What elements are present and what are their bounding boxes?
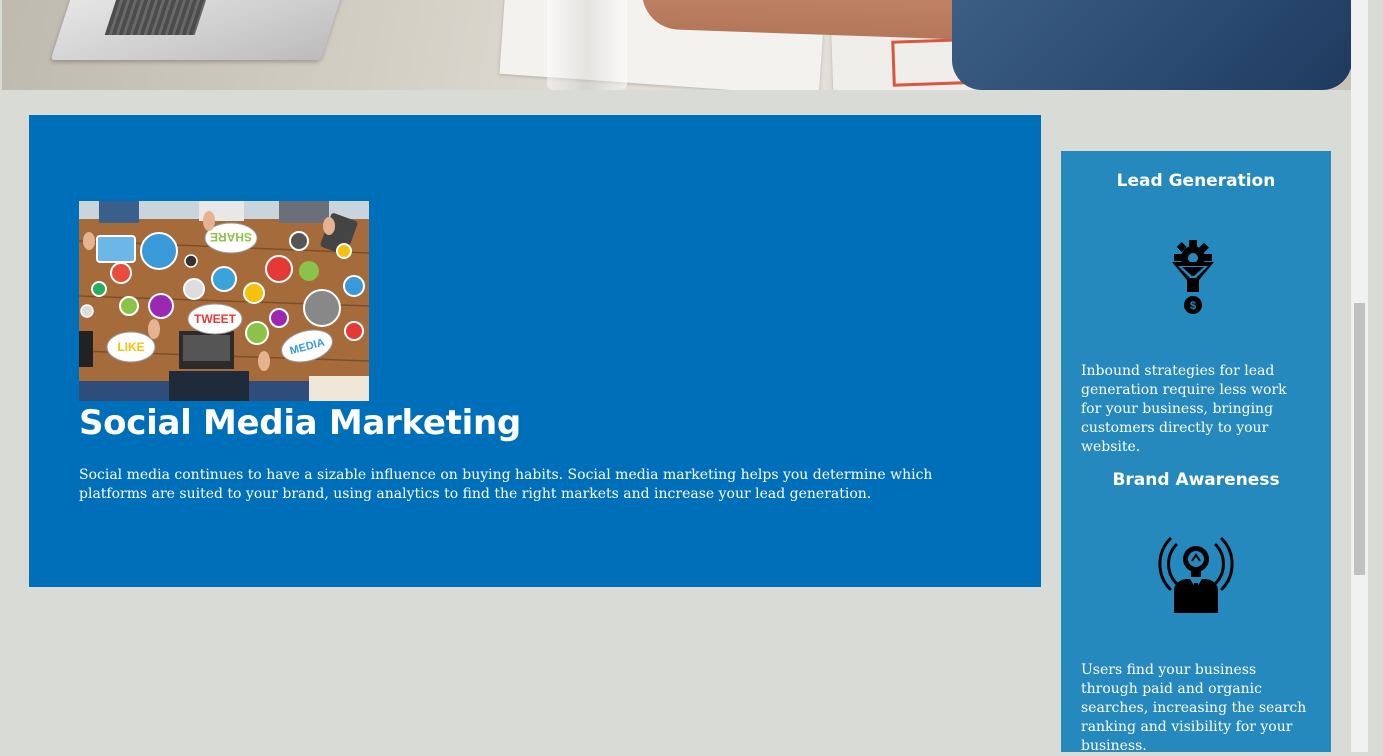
benefits-sidebar: Lead Generation $ Inbound strategies for… — [1061, 151, 1331, 754]
svg-text:$: $ — [1190, 300, 1196, 312]
page-scrollbar[interactable] — [1351, 0, 1368, 752]
brand-awareness-title: Brand Awareness — [1112, 470, 1280, 490]
share-word: SHARE — [210, 230, 252, 244]
scrollbar-thumb[interactable] — [1354, 303, 1365, 575]
social-media-illustration: SHARE TWEET LIKE MEDIA — [79, 201, 369, 401]
section-title: Social Media Marketing — [79, 403, 521, 443]
lead-generation-title: Lead Generation — [1116, 171, 1276, 191]
lead-generation-icon: $ — [1156, 236, 1236, 316]
like-word: LIKE — [117, 340, 144, 354]
hero-sleeve — [952, 0, 1351, 90]
tweet-word: TWEET — [194, 312, 237, 326]
hero-image — [2, 0, 1351, 90]
hero-keyboard — [104, 0, 210, 35]
brand-awareness-text: Users find your business through paid an… — [1081, 662, 1307, 754]
social-media-image: SHARE TWEET LIKE MEDIA — [79, 201, 369, 401]
social-media-marketing-section: SHARE TWEET LIKE MEDIA Social Media Mark… — [29, 115, 1041, 587]
hero-glass — [547, 0, 627, 90]
section-description: Social media continues to have a sizable… — [79, 467, 933, 502]
brand-awareness-icon — [1156, 535, 1236, 615]
lead-generation-text: Inbound strategies for lead generation r… — [1081, 363, 1287, 455]
